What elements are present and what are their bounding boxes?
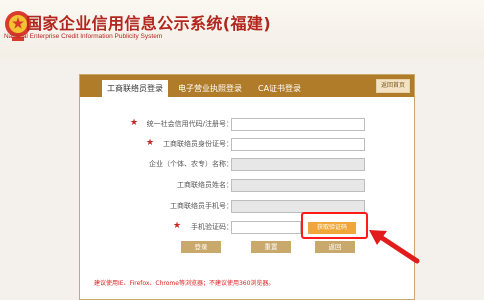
enterprise-name-label: 企业（个体、农专）名称： bbox=[149, 160, 233, 168]
reset-button[interactable]: 重置 bbox=[251, 241, 291, 253]
site-header: 国家企业信用信息公示系统(福建) National Enterprise Cre… bbox=[0, 0, 484, 58]
highlight-box bbox=[301, 212, 368, 239]
login-button[interactable]: 登录 bbox=[181, 241, 221, 253]
site-subtitle: National Enterprise Credit Information P… bbox=[4, 33, 163, 40]
liaison-name-input bbox=[231, 179, 365, 192]
id-number-label: 工商联络员身份证号： bbox=[163, 140, 233, 148]
tab-e-license-login[interactable]: 电子营业执照登录 bbox=[174, 80, 246, 97]
liaison-name-row: 工商联络员姓名： bbox=[80, 179, 414, 193]
enterprise-name-row: 企业（个体、农专）名称： bbox=[80, 158, 414, 172]
id-number-input[interactable] bbox=[231, 138, 365, 151]
sms-code-input[interactable] bbox=[231, 221, 301, 234]
enterprise-name-input bbox=[231, 158, 365, 171]
liaison-name-label: 工商联络员姓名： bbox=[177, 181, 233, 189]
required-star: ★ bbox=[146, 138, 155, 148]
tab-bar: 工商联络员登录 电子营业执照登录 CA证书登录 返回首页 bbox=[80, 75, 414, 97]
credit-code-input[interactable] bbox=[231, 118, 365, 131]
back-home-button[interactable]: 返回首页 bbox=[376, 79, 410, 93]
red-arrow-icon bbox=[369, 230, 420, 264]
site-title: 国家企业信用信息公示系统(福建) bbox=[26, 14, 272, 33]
required-star: ★ bbox=[130, 118, 139, 128]
tab-liaison-login[interactable]: 工商联络员登录 bbox=[102, 80, 168, 97]
liaison-phone-label: 工商联络员手机号： bbox=[170, 202, 233, 210]
credit-code-label: 统一社会信用代码/注册号： bbox=[146, 120, 233, 128]
tab-ca-login[interactable]: CA证书登录 bbox=[254, 80, 305, 97]
credit-code-row: ★ 统一社会信用代码/注册号： bbox=[80, 118, 414, 132]
browser-note: 建议使用IE、Firefox、Chrome等浏览器；不建议使用360浏览器。 bbox=[94, 280, 275, 287]
id-number-row: ★ 工商联络员身份证号： bbox=[80, 138, 414, 152]
sms-code-label: 手机验证码： bbox=[191, 223, 233, 231]
required-star: ★ bbox=[173, 221, 182, 231]
back-button[interactable]: 返回 bbox=[315, 241, 355, 253]
